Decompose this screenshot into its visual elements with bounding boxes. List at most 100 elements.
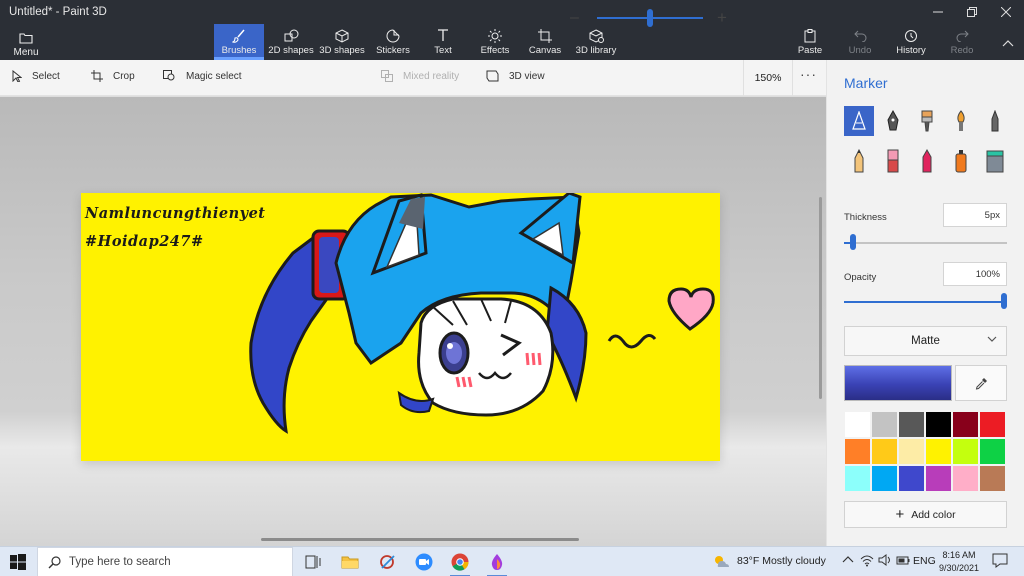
zoom-out-button[interactable]: – <box>570 9 579 27</box>
3d-view-button[interactable]: 3D view <box>486 70 545 82</box>
zoom-slider-thumb[interactable] <box>647 9 653 27</box>
thickness-slider-thumb[interactable] <box>850 234 857 250</box>
crop-button[interactable]: Crop <box>91 70 135 82</box>
weather-text[interactable]: 83°F Mostly cloudy <box>737 555 826 567</box>
history-button[interactable]: History <box>895 24 927 60</box>
drawing-canvas[interactable]: Namluncungthienyet #Hoidap247# <box>81 193 720 461</box>
close-button[interactable] <box>989 0 1023 24</box>
snipping-tool-button[interactable] <box>377 551 399 573</box>
network-icon[interactable] <box>860 553 874 570</box>
menu-button[interactable]: Menu <box>6 26 46 58</box>
crop-icon <box>91 70 103 82</box>
color-swatch[interactable] <box>925 438 952 465</box>
brush-panel: Marker Thickness 5px Opacity 100% Matte <box>826 60 1024 546</box>
tab-canvas-label: Canvas <box>528 45 562 56</box>
color-swatch[interactable] <box>952 438 979 465</box>
minimize-button[interactable] <box>921 0 955 24</box>
magic-select-button[interactable]: Magic select <box>163 70 242 82</box>
language-indicator[interactable]: ENG <box>913 555 936 567</box>
color-swatch[interactable] <box>979 465 1006 492</box>
paste-button[interactable]: Paste <box>796 24 824 60</box>
chrome-button[interactable] <box>449 551 471 576</box>
crayon-button[interactable] <box>912 146 942 176</box>
color-swatch[interactable] <box>844 411 871 438</box>
sticker-icon <box>386 28 400 42</box>
workspace: Namluncungthienyet #Hoidap247# <box>0 97 826 546</box>
zoom-in-button[interactable]: + <box>717 8 727 28</box>
pencil-button[interactable] <box>844 146 874 176</box>
pixel-pen-button[interactable] <box>980 106 1010 136</box>
color-swatch[interactable] <box>871 465 898 492</box>
color-swatch[interactable] <box>979 411 1006 438</box>
volume-icon[interactable] <box>878 553 892 570</box>
vertical-scrollbar[interactable] <box>819 197 822 399</box>
taskbar-search-input[interactable]: Type here to search <box>37 547 293 576</box>
opacity-input[interactable]: 100% <box>943 262 1007 286</box>
file-explorer-button[interactable] <box>339 551 361 573</box>
mixed-reality-icon <box>381 70 393 82</box>
start-button[interactable] <box>0 547 36 576</box>
undo-button[interactable]: Undo <box>847 24 873 60</box>
spray-can-icon <box>955 150 967 173</box>
color-swatch[interactable] <box>898 465 925 492</box>
maximize-button[interactable] <box>955 0 989 24</box>
finish-dropdown[interactable]: Matte <box>844 326 1007 356</box>
paint-3d-button[interactable] <box>486 551 508 576</box>
calligraphy-pen-button[interactable] <box>878 106 908 136</box>
title-bar: Untitled* - Paint 3D Menu Brushes 2D sha… <box>0 0 1024 60</box>
close-icon <box>1001 7 1011 17</box>
color-swatch[interactable] <box>925 411 952 438</box>
search-placeholder: Type here to search <box>69 556 171 568</box>
crop-label: Crop <box>113 70 135 82</box>
zoom-app-button[interactable] <box>413 551 435 573</box>
brush-icon <box>232 29 246 43</box>
opacity-slider-thumb[interactable] <box>1001 293 1007 309</box>
color-swatch[interactable] <box>844 465 871 492</box>
mixed-reality-button[interactable]: Mixed reality <box>381 70 459 82</box>
notifications-button[interactable] <box>992 553 1008 571</box>
clock[interactable]: 8:16 AM 9/30/2021 <box>934 549 984 575</box>
battery-icon[interactable] <box>896 553 910 570</box>
current-color-swatch[interactable] <box>844 365 952 401</box>
show-hidden-icons-button[interactable] <box>842 554 854 567</box>
color-swatch[interactable] <box>871 411 898 438</box>
add-color-button[interactable]: + Add color <box>844 501 1007 528</box>
chevron-up-icon <box>842 556 854 563</box>
weather-icon[interactable] <box>712 553 730 572</box>
color-swatch[interactable] <box>898 411 925 438</box>
eraser-button[interactable] <box>878 146 908 176</box>
color-swatch[interactable] <box>898 438 925 465</box>
tab-text[interactable]: Text <box>427 24 459 60</box>
tab-canvas[interactable]: Canvas <box>527 24 563 60</box>
color-swatch[interactable] <box>952 411 979 438</box>
spray-can-button[interactable] <box>946 146 976 176</box>
tab-3d-library[interactable]: 3D library <box>575 24 617 60</box>
color-swatch[interactable] <box>925 465 952 492</box>
oil-brush-button[interactable] <box>912 106 942 136</box>
tab-3d-shapes[interactable]: 3D shapes <box>318 24 366 60</box>
fill-bucket-button[interactable] <box>980 146 1010 176</box>
color-swatch[interactable] <box>979 438 1006 465</box>
select-button[interactable]: Select <box>12 70 60 82</box>
color-swatch[interactable] <box>871 438 898 465</box>
tab-stickers[interactable]: Stickers <box>373 24 413 60</box>
collapse-ribbon-button[interactable] <box>1002 36 1014 50</box>
more-options-button[interactable]: ··· <box>800 66 817 82</box>
color-swatch[interactable] <box>952 465 979 492</box>
search-icon <box>48 555 61 569</box>
color-swatch[interactable] <box>844 438 871 465</box>
folder-icon <box>19 33 33 44</box>
task-view-button[interactable] <box>302 551 324 573</box>
tab-brushes[interactable]: Brushes <box>214 24 264 60</box>
tab-effects[interactable]: Effects <box>476 24 514 60</box>
marker-brush-button[interactable] <box>844 106 874 136</box>
horizontal-scrollbar[interactable] <box>261 538 579 541</box>
3d-view-label: 3D view <box>509 70 545 82</box>
eyedropper-button[interactable] <box>955 365 1007 401</box>
tab-2d-shapes[interactable]: 2D shapes <box>268 24 314 60</box>
thickness-slider-track[interactable] <box>844 242 1007 244</box>
thickness-input[interactable]: 5px <box>943 203 1007 227</box>
zoom-percentage[interactable]: 150% <box>743 60 793 96</box>
watercolor-button[interactable] <box>946 106 976 136</box>
redo-button[interactable]: Redo <box>950 24 974 60</box>
